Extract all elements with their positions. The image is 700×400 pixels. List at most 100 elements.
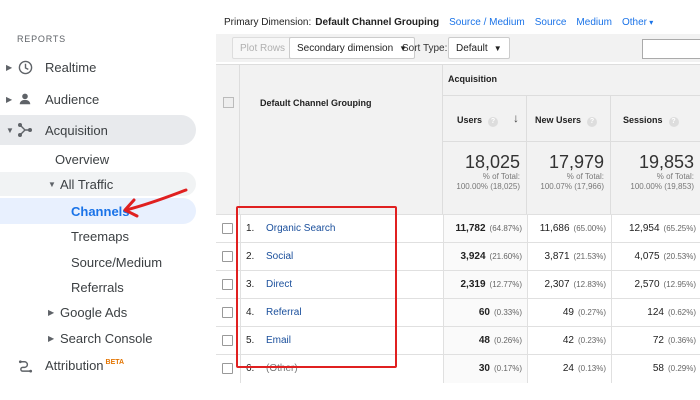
sessions-cell: 124 (0.62%) bbox=[647, 307, 696, 318]
divider bbox=[240, 271, 241, 299]
person-icon bbox=[17, 91, 33, 107]
channel-link[interactable]: Email bbox=[266, 335, 291, 346]
new-users-value: 24 bbox=[562, 363, 574, 374]
new-users-total: 17,979 % of Total: 100.07% (17,966) bbox=[527, 141, 611, 215]
sidebar-item-google-ads[interactable]: ▶ Google Ads bbox=[48, 299, 127, 325]
sort-type-label: Sort Type: bbox=[402, 43, 448, 54]
sidebar-item-overview[interactable]: Overview bbox=[55, 146, 109, 172]
primary-dimension-bar: Primary Dimension: Default Channel Group… bbox=[216, 12, 700, 32]
channel-link[interactable]: Social bbox=[266, 251, 293, 262]
new-users-percent: (21.53%) bbox=[573, 252, 606, 261]
row-checkbox[interactable] bbox=[222, 307, 233, 318]
sessions-total-caption: % of Total: 100.00% (19,853) bbox=[630, 172, 694, 192]
total-caption-line2: 100.07% (17,966) bbox=[540, 182, 604, 191]
row-checkbox[interactable] bbox=[222, 251, 233, 262]
acquisition-icon bbox=[17, 122, 33, 138]
sidebar-item-referrals[interactable]: Referrals bbox=[71, 274, 124, 300]
new-users-header-label: New Users bbox=[535, 115, 582, 125]
sessions-value: 12,954 bbox=[628, 223, 660, 234]
new-users-value: 42 bbox=[562, 335, 574, 346]
row-checkbox[interactable] bbox=[222, 335, 233, 346]
users-value: 11,782 bbox=[455, 223, 486, 234]
plot-rows-button[interactable]: Plot Rows bbox=[232, 37, 294, 59]
divider bbox=[443, 355, 444, 383]
channel-link[interactable]: (Other) bbox=[266, 363, 298, 374]
new-users-cell: 11,686 (65.00%) bbox=[540, 223, 606, 234]
divider bbox=[240, 215, 241, 243]
help-icon[interactable]: ? bbox=[668, 117, 679, 127]
sessions-value: 4,075 bbox=[634, 251, 660, 262]
sidebar-item-attribution[interactable]: Attribution BETA bbox=[0, 350, 196, 380]
dimension-other-dropdown[interactable]: Other bbox=[622, 17, 653, 28]
sort-type-dropdown[interactable]: Default ▼ bbox=[448, 37, 510, 59]
divider bbox=[240, 327, 241, 355]
help-icon[interactable]: ? bbox=[488, 117, 499, 127]
sidebar-item-realtime[interactable]: ▶ Realtime bbox=[0, 52, 196, 82]
new-users-percent: (0.27%) bbox=[577, 308, 606, 317]
new-users-total-caption: % of Total: 100.07% (17,966) bbox=[540, 172, 604, 192]
users-cell: 30 (0.17%) bbox=[479, 363, 522, 374]
table-header: Default Channel Grouping Acquisition Use… bbox=[216, 64, 700, 215]
sidebar-item-label: Overview bbox=[55, 151, 110, 167]
sessions-total: 19,853 % of Total: 100.00% (19,853) bbox=[611, 141, 700, 215]
sidebar-item-label: All Traffic bbox=[60, 176, 114, 192]
new-users-percent: (12.83%) bbox=[573, 280, 606, 289]
table-row: 6. (Other) 30 (0.17%) 24 (0.13%) 58 (0.29%) bbox=[216, 354, 700, 383]
table-search-input[interactable] bbox=[642, 39, 700, 59]
sessions-cell: 4,075 (20.53%) bbox=[635, 251, 697, 262]
table-row: 5. Email 48 (0.26%) 42 (0.23%) 72 (0.36%) bbox=[216, 326, 700, 355]
sidebar-item-acquisition[interactable]: ▼ Acquisition bbox=[0, 115, 196, 145]
dimension-source-link[interactable]: Source bbox=[535, 17, 567, 28]
header-checkbox-column bbox=[216, 65, 240, 215]
sidebar-item-treemaps[interactable]: Treemaps bbox=[71, 223, 129, 249]
sessions-column-header[interactable]: Sessions? bbox=[611, 96, 700, 141]
total-caption-line2: 100.00% (18,025) bbox=[456, 182, 520, 191]
caret-right-icon: ▶ bbox=[6, 94, 13, 104]
sessions-header-label: Sessions bbox=[623, 115, 663, 125]
users-header-label: Users bbox=[457, 115, 483, 125]
new-users-cell: 49 (0.27%) bbox=[563, 307, 606, 318]
channel-link[interactable]: Direct bbox=[266, 279, 292, 290]
channel-link[interactable]: Organic Search bbox=[266, 223, 335, 234]
primary-dimension-selected: Default Channel Grouping bbox=[315, 16, 440, 28]
sort-type-value: Default bbox=[456, 42, 488, 54]
sessions-cell: 72 (0.36%) bbox=[653, 335, 696, 346]
divider bbox=[527, 327, 528, 355]
divider bbox=[240, 355, 241, 383]
row-checkbox[interactable] bbox=[222, 279, 233, 290]
sidebar-item-label: Realtime bbox=[45, 59, 97, 75]
users-column-header[interactable]: Users? ↓ bbox=[443, 96, 527, 141]
row-checkbox[interactable] bbox=[222, 223, 233, 234]
sidebar-item-audience[interactable]: ▶ Audience bbox=[0, 84, 196, 114]
caret-right-icon: ▶ bbox=[48, 307, 55, 317]
new-users-column-header[interactable]: New Users? bbox=[527, 96, 611, 141]
select-all-checkbox[interactable] bbox=[223, 97, 234, 108]
sidebar-item-source-medium[interactable]: Source/Medium bbox=[71, 249, 162, 275]
users-percent: (12.77%) bbox=[489, 280, 522, 289]
chevron-down-icon: ▼ bbox=[493, 43, 502, 53]
channel-link[interactable]: Referral bbox=[266, 307, 302, 318]
sidebar-item-search-console[interactable]: ▶ Search Console bbox=[48, 325, 153, 351]
report-main: Primary Dimension: Default Channel Group… bbox=[216, 0, 700, 400]
dimension-column-header[interactable]: Default Channel Grouping bbox=[260, 98, 372, 108]
divider bbox=[611, 299, 612, 327]
row-checkbox[interactable] bbox=[222, 363, 233, 374]
plot-rows-label: Plot Rows bbox=[240, 42, 286, 54]
new-users-percent: (0.23%) bbox=[577, 336, 606, 345]
divider bbox=[527, 215, 528, 243]
secondary-dimension-dropdown[interactable]: Secondary dimension ▼ bbox=[289, 37, 416, 59]
users-total: 18,025 % of Total: 100.00% (18,025) bbox=[443, 141, 527, 215]
sidebar-item-all-traffic[interactable]: ▼ All Traffic bbox=[48, 171, 114, 197]
help-icon[interactable]: ? bbox=[587, 117, 598, 127]
dimension-medium-link[interactable]: Medium bbox=[576, 17, 612, 28]
sidebar-item-label: Treemaps bbox=[71, 228, 130, 244]
divider bbox=[527, 355, 528, 383]
table-row: 2. Social 3,924 (21.60%) 3,871 (21.53%) 4,075(… bbox=[216, 242, 700, 271]
total-caption-line1: % of Total: bbox=[566, 172, 604, 181]
users-percent: (0.26%) bbox=[493, 336, 522, 345]
caret-down-icon: ▼ bbox=[48, 179, 56, 189]
sessions-cell: 58 (0.29%) bbox=[653, 363, 696, 374]
divider bbox=[611, 243, 612, 271]
sessions-percent: (12.95%) bbox=[663, 280, 696, 289]
dimension-source-medium-link[interactable]: Source / Medium bbox=[449, 17, 525, 28]
